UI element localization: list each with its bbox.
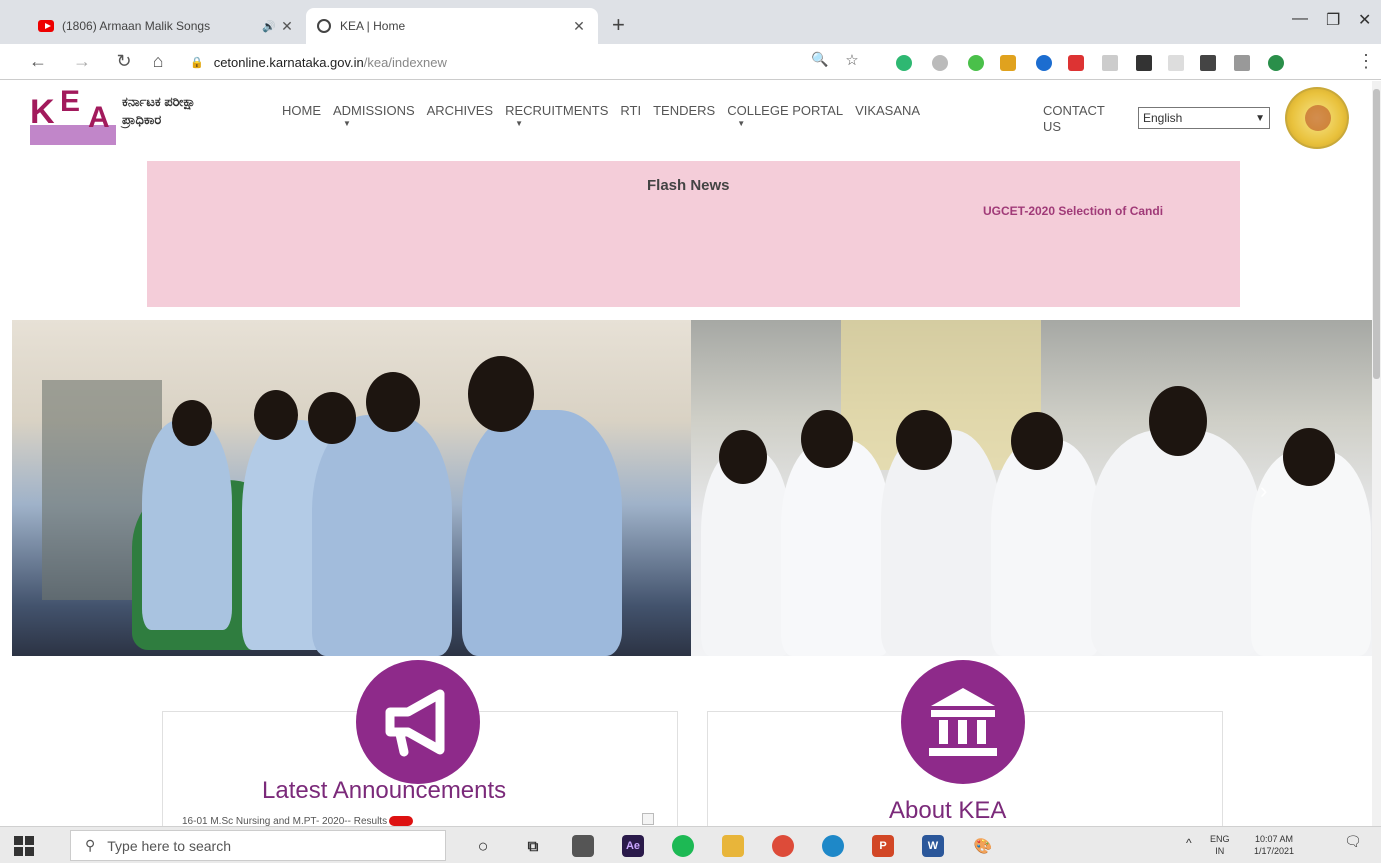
speaker-icon[interactable]: 🔊	[260, 20, 278, 33]
close-tab-icon[interactable]: ✕	[570, 18, 588, 35]
nav-home[interactable]: HOME	[282, 103, 321, 118]
browser-toolbar: ← → ↻ ⌂ 🔒 cetonline.karnataka.gov.in/kea…	[0, 44, 1381, 80]
clock[interactable]: 10:07 AM 1/17/2021	[1254, 833, 1294, 857]
org-name-line1: ಕರ್ನಾಟಕ ಪರೀಕ್ಷಾ	[122, 94, 196, 109]
nav-college-portal[interactable]: COLLEGE PORTAL ▼	[727, 103, 843, 128]
word-icon[interactable]: W	[922, 835, 944, 857]
extension-reader-icon[interactable]	[1000, 55, 1016, 71]
bank-building-icon	[901, 660, 1025, 784]
windows-taskbar: ⚲ Type here to search ○ ⧉ Ae P W 🎨 ^ ENG…	[0, 826, 1381, 863]
bookmark-star-icon[interactable]: ☆	[840, 51, 864, 69]
chrome-icon[interactable]	[772, 835, 794, 857]
new-tab-button[interactable]: +	[612, 14, 625, 36]
language-indicator[interactable]: ENG IN	[1210, 833, 1230, 857]
powerpoint-icon[interactable]: P	[872, 835, 894, 857]
logo-letter-a: A	[88, 101, 110, 134]
zoom-icon[interactable]: 🔍	[808, 51, 832, 68]
kea-logo[interactable]: K E A	[30, 85, 116, 145]
nav-contact-us[interactable]: CONTACT US	[1043, 103, 1105, 135]
search-icon: ⚲	[85, 837, 96, 853]
nav-archives[interactable]: ARCHIVES	[427, 103, 493, 118]
extensions-puzzle-icon[interactable]	[1200, 55, 1216, 71]
browser-tab-youtube[interactable]: (1806) Armaan Malik Songs 🔊 ✕	[28, 8, 306, 44]
minimize-icon[interactable]: —	[1292, 10, 1308, 28]
nav-admissions[interactable]: ADMISSIONS ▼	[333, 103, 415, 128]
taskbar-search-input[interactable]: ⚲ Type here to search	[70, 830, 446, 861]
store-icon[interactable]	[572, 835, 594, 857]
announcements-title: Latest Announcements	[262, 777, 507, 804]
forward-icon[interactable]: →	[70, 51, 94, 72]
back-icon[interactable]: ←	[26, 51, 50, 72]
notifications-icon[interactable]: 🗨	[1344, 834, 1362, 848]
language-select[interactable]: English ▼	[1138, 107, 1270, 129]
profile-avatar-icon[interactable]	[1268, 55, 1284, 71]
nav-tenders[interactable]: TENDERS	[653, 103, 715, 118]
windows-start-icon[interactable]	[14, 836, 34, 856]
cortana-icon[interactable]: ○	[472, 835, 494, 857]
reload-icon[interactable]: ↻	[112, 51, 136, 72]
hero-banner: ›	[12, 320, 1372, 656]
extension-film-icon[interactable]	[1136, 55, 1152, 71]
close-tab-icon[interactable]: ✕	[278, 18, 296, 35]
nav-recruitments[interactable]: RECRUITMENTS ▼	[505, 103, 608, 128]
caret-down-icon: ▼	[343, 119, 351, 128]
flash-news-title: Flash News	[647, 177, 730, 194]
tab-title: (1806) Armaan Malik Songs	[62, 19, 211, 33]
lock-icon: 🔒	[190, 56, 204, 69]
home-icon[interactable]: ⌂	[146, 51, 170, 72]
tray-chevron-icon[interactable]: ^	[1186, 837, 1192, 849]
language-value: English	[1143, 111, 1183, 125]
page-content: K E A ಕರ್ನಾಟಕ ಪರೀಕ್ಷಾ ಪ್ರಾಧಿಕಾರ HOME ADM…	[0, 81, 1372, 826]
restore-icon[interactable]: ❐	[1326, 10, 1340, 30]
caret-down-icon: ▼	[737, 119, 746, 128]
logo-letter-e: E	[60, 85, 81, 118]
main-nav: HOME ADMISSIONS ▼ ARCHIVES RECRUITMENTS ▼ …	[282, 103, 932, 128]
url-path: /kea/indexnew	[363, 54, 447, 70]
flash-news-ticker[interactable]: UGCET-2020 Selection of Candi	[983, 204, 1163, 218]
edge-icon[interactable]	[822, 835, 844, 857]
announcements-scroll-icon[interactable]	[642, 813, 654, 825]
browser-tab-bar: (1806) Armaan Malik Songs 🔊 ✕ KEA | Home…	[0, 0, 1381, 44]
browser-menu-icon[interactable]: ⋮	[1354, 51, 1378, 72]
banner-engineering-students-image	[12, 320, 691, 656]
youtube-icon	[38, 18, 54, 34]
karnataka-emblem	[1285, 87, 1349, 149]
extension-green-icon[interactable]	[896, 55, 912, 71]
org-name-line2: ಪ್ರಾಧಿಕಾರ	[122, 112, 162, 127]
logo-letter-k: K	[30, 93, 55, 131]
megaphone-icon	[356, 660, 480, 784]
new-badge-icon	[389, 816, 414, 826]
extension-grey-icon[interactable]	[932, 55, 948, 71]
banner-nursing-students-image	[691, 320, 1372, 656]
extension-screenshot-icon[interactable]	[1102, 55, 1118, 71]
nav-vikasana[interactable]: VIKASANA	[855, 103, 920, 118]
caret-down-icon: ▼	[515, 119, 524, 128]
search-placeholder: Type here to search	[107, 837, 232, 854]
reading-list-icon[interactable]	[1234, 55, 1250, 71]
task-view-icon[interactable]: ⧉	[522, 835, 544, 857]
browser-tab-kea[interactable]: KEA | Home ✕	[306, 8, 598, 44]
url-host: cetonline.karnataka.gov.in	[213, 54, 364, 70]
globe-icon	[316, 18, 332, 34]
spotify-icon[interactable]	[672, 835, 694, 857]
flash-news-panel: Flash News UGCET-2020 Selection of Candi	[147, 161, 1240, 307]
tab-title: KEA | Home	[340, 19, 406, 33]
extension-grammar-icon[interactable]	[968, 55, 984, 71]
extension-red-icon[interactable]	[1068, 55, 1084, 71]
about-kea-title: About KEA	[889, 797, 1007, 824]
window-close-icon[interactable]: ✕	[1358, 10, 1371, 30]
announcement-item[interactable]: 16-01 M.Sc Nursing and M.PT- 2020-- Resu…	[182, 816, 414, 826]
chevron-right-icon[interactable]: ›	[1260, 478, 1267, 504]
page-scrollbar[interactable]	[1372, 81, 1381, 826]
address-bar[interactable]: 🔒 cetonline.karnataka.gov.in/kea/indexne…	[190, 49, 810, 75]
extension-link-icon[interactable]	[1168, 55, 1184, 71]
org-name: ಕರ್ನಾಟಕ ಪರೀಕ್ಷಾ ಪ್ರಾಧಿಕಾರ	[122, 93, 252, 129]
chevron-down-icon: ▼	[1255, 112, 1265, 124]
paint-icon[interactable]: 🎨	[972, 835, 994, 857]
after-effects-icon[interactable]: Ae	[622, 835, 644, 857]
nav-rti[interactable]: RTI	[620, 103, 641, 118]
extension-blue-icon[interactable]	[1036, 55, 1052, 71]
file-explorer-icon[interactable]	[722, 835, 744, 857]
